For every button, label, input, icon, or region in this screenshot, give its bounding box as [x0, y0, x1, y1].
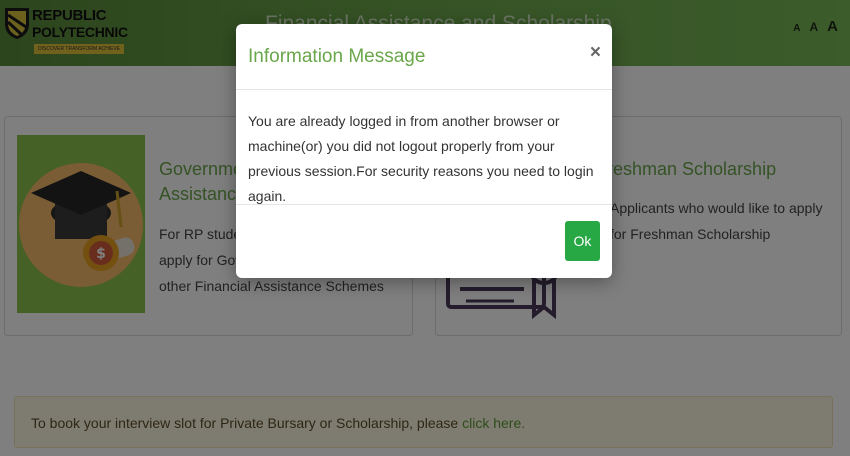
- close-icon[interactable]: ×: [590, 42, 601, 64]
- information-message-modal: Information Message × You are already lo…: [236, 24, 612, 278]
- ok-button[interactable]: Ok: [565, 221, 600, 261]
- modal-header: Information Message ×: [236, 24, 612, 90]
- modal-footer: Ok: [236, 204, 612, 278]
- modal-message: You are already logged in from another b…: [248, 113, 594, 204]
- modal-title: Information Message: [248, 46, 426, 67]
